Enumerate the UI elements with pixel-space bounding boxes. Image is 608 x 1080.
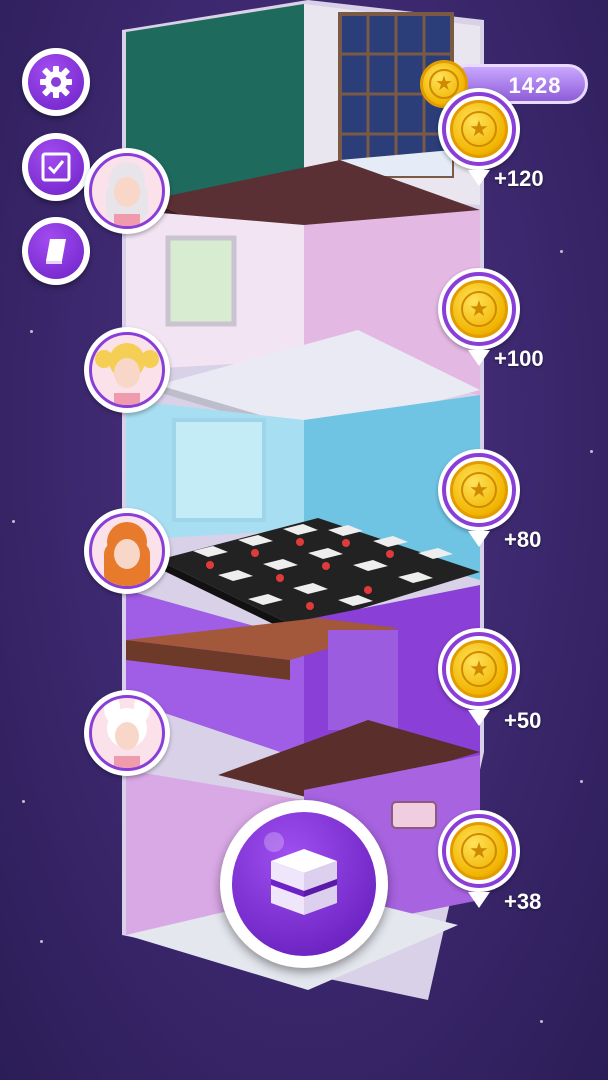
floor-3-avatar[interactable] <box>84 508 170 594</box>
star-coin-icon: ★ <box>450 640 508 698</box>
reward-pin[interactable]: ★ <box>438 268 520 350</box>
reward-amount: +120 <box>494 166 544 191</box>
floor-1-avatar[interactable] <box>84 148 170 234</box>
reward-amount: +50 <box>504 708 542 733</box>
pin-pointer <box>468 531 490 547</box>
bunny-hood-girl-portrait <box>89 695 165 771</box>
pin-pointer <box>468 892 490 908</box>
settings-button[interactable] <box>22 48 90 116</box>
cake-stack-icon <box>271 849 337 915</box>
ginger-hair-girl-portrait <box>89 513 165 589</box>
book-button[interactable] <box>22 217 90 285</box>
tasks-button[interactable] <box>22 133 90 201</box>
reward-pin[interactable]: ★ <box>438 628 520 710</box>
floor-2-avatar[interactable] <box>84 327 170 413</box>
reward-amount: +100 <box>494 346 544 371</box>
silver-hair-girl-portrait <box>89 153 165 229</box>
star-coin-icon: ★ <box>450 822 508 880</box>
build-floor-button[interactable] <box>220 800 388 968</box>
pin-pointer <box>468 350 490 366</box>
blonde-pigtail-girl-portrait <box>89 332 165 408</box>
star-coin-icon: ★ <box>450 461 508 519</box>
book-icon <box>46 239 66 264</box>
reward-pin[interactable]: ★ <box>438 88 520 170</box>
reward-amount: +80 <box>504 527 542 552</box>
star-coin-icon: ★ <box>450 100 508 158</box>
pin-pointer <box>468 710 490 726</box>
pin-pointer <box>468 170 490 186</box>
reward-pin[interactable]: ★ <box>438 810 520 892</box>
checklist-icon <box>41 152 71 182</box>
reward-pin[interactable]: ★ <box>438 449 520 531</box>
reward-amount: +38 <box>504 889 542 914</box>
star-coin-icon: ★ <box>450 280 508 338</box>
floor-4-avatar[interactable] <box>84 690 170 776</box>
gear-icon <box>40 66 72 98</box>
